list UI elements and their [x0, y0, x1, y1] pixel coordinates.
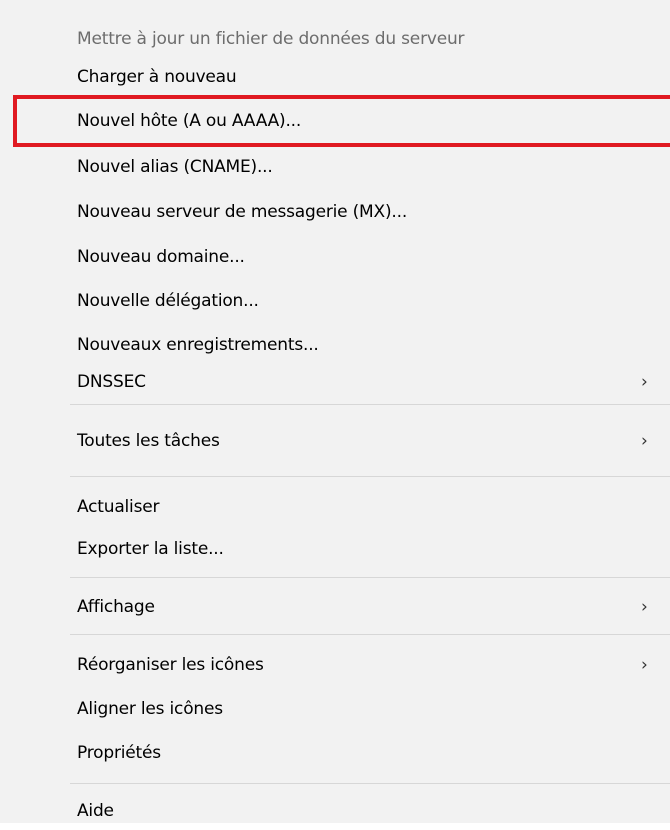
menu-item-refresh[interactable]: Actualiser — [0, 490, 670, 526]
menu-item-reload[interactable]: Charger à nouveau — [0, 60, 670, 96]
menu-item-label: DNSSEC — [77, 372, 146, 392]
chevron-right-icon: › — [641, 431, 648, 451]
menu-item-label: Nouveau serveur de messagerie (MX)... — [77, 202, 408, 222]
chevron-right-icon: › — [641, 655, 648, 675]
menu-item-new-mail-exchanger[interactable]: Nouveau serveur de messagerie (MX)... — [0, 195, 670, 231]
menu-item-label: Toutes les tâches — [77, 431, 220, 451]
menu-item-new-records[interactable]: Nouveaux enregistrements... — [0, 328, 670, 364]
menu-item-label: Mettre à jour un fichier de données du s… — [77, 29, 465, 49]
menu-item-new-delegation[interactable]: Nouvelle délégation... — [0, 284, 670, 320]
menu-item-export-list[interactable]: Exporter la liste... — [0, 532, 670, 568]
highlight-annotation — [13, 95, 670, 147]
menu-separator — [70, 404, 670, 405]
menu-separator — [70, 476, 670, 477]
menu-item-new-alias[interactable]: Nouvel alias (CNAME)... — [0, 150, 670, 186]
menu-item-label: Charger à nouveau — [77, 67, 237, 87]
menu-item-label: Exporter la liste... — [77, 539, 224, 559]
menu-item-line-up-icons[interactable]: Aligner les icônes — [0, 692, 670, 728]
menu-item-new-domain[interactable]: Nouveau domaine... — [0, 240, 670, 276]
menu-item-arrange-icons[interactable]: Réorganiser les icônes › — [0, 648, 670, 684]
menu-item-label: Réorganiser les icônes — [77, 655, 264, 675]
menu-item-label: Nouvelle délégation... — [77, 291, 259, 311]
menu-item-properties[interactable]: Propriétés — [0, 736, 670, 772]
menu-item-label: Actualiser — [77, 497, 160, 517]
menu-item-label: Aide — [77, 801, 114, 821]
menu-item-label: Nouveau domaine... — [77, 247, 245, 267]
menu-item-view[interactable]: Affichage › — [0, 590, 670, 626]
menu-separator — [70, 783, 670, 784]
menu-item-all-tasks[interactable]: Toutes les tâches › — [0, 424, 670, 460]
menu-item-label: Aligner les icônes — [77, 699, 223, 719]
menu-item-dnssec[interactable]: DNSSEC › — [0, 365, 670, 401]
context-menu: Mettre à jour un fichier de données du s… — [0, 0, 670, 823]
chevron-right-icon: › — [641, 597, 648, 617]
menu-item-update-server-data-file[interactable]: Mettre à jour un fichier de données du s… — [0, 22, 670, 58]
menu-item-help[interactable]: Aide — [0, 794, 670, 830]
menu-separator — [70, 634, 670, 635]
menu-item-label: Affichage — [77, 597, 155, 617]
menu-item-label: Nouvel alias (CNAME)... — [77, 157, 273, 177]
menu-item-label: Nouveaux enregistrements... — [77, 335, 319, 355]
menu-separator — [70, 577, 670, 578]
chevron-right-icon: › — [641, 372, 648, 392]
menu-item-label: Propriétés — [77, 743, 161, 763]
